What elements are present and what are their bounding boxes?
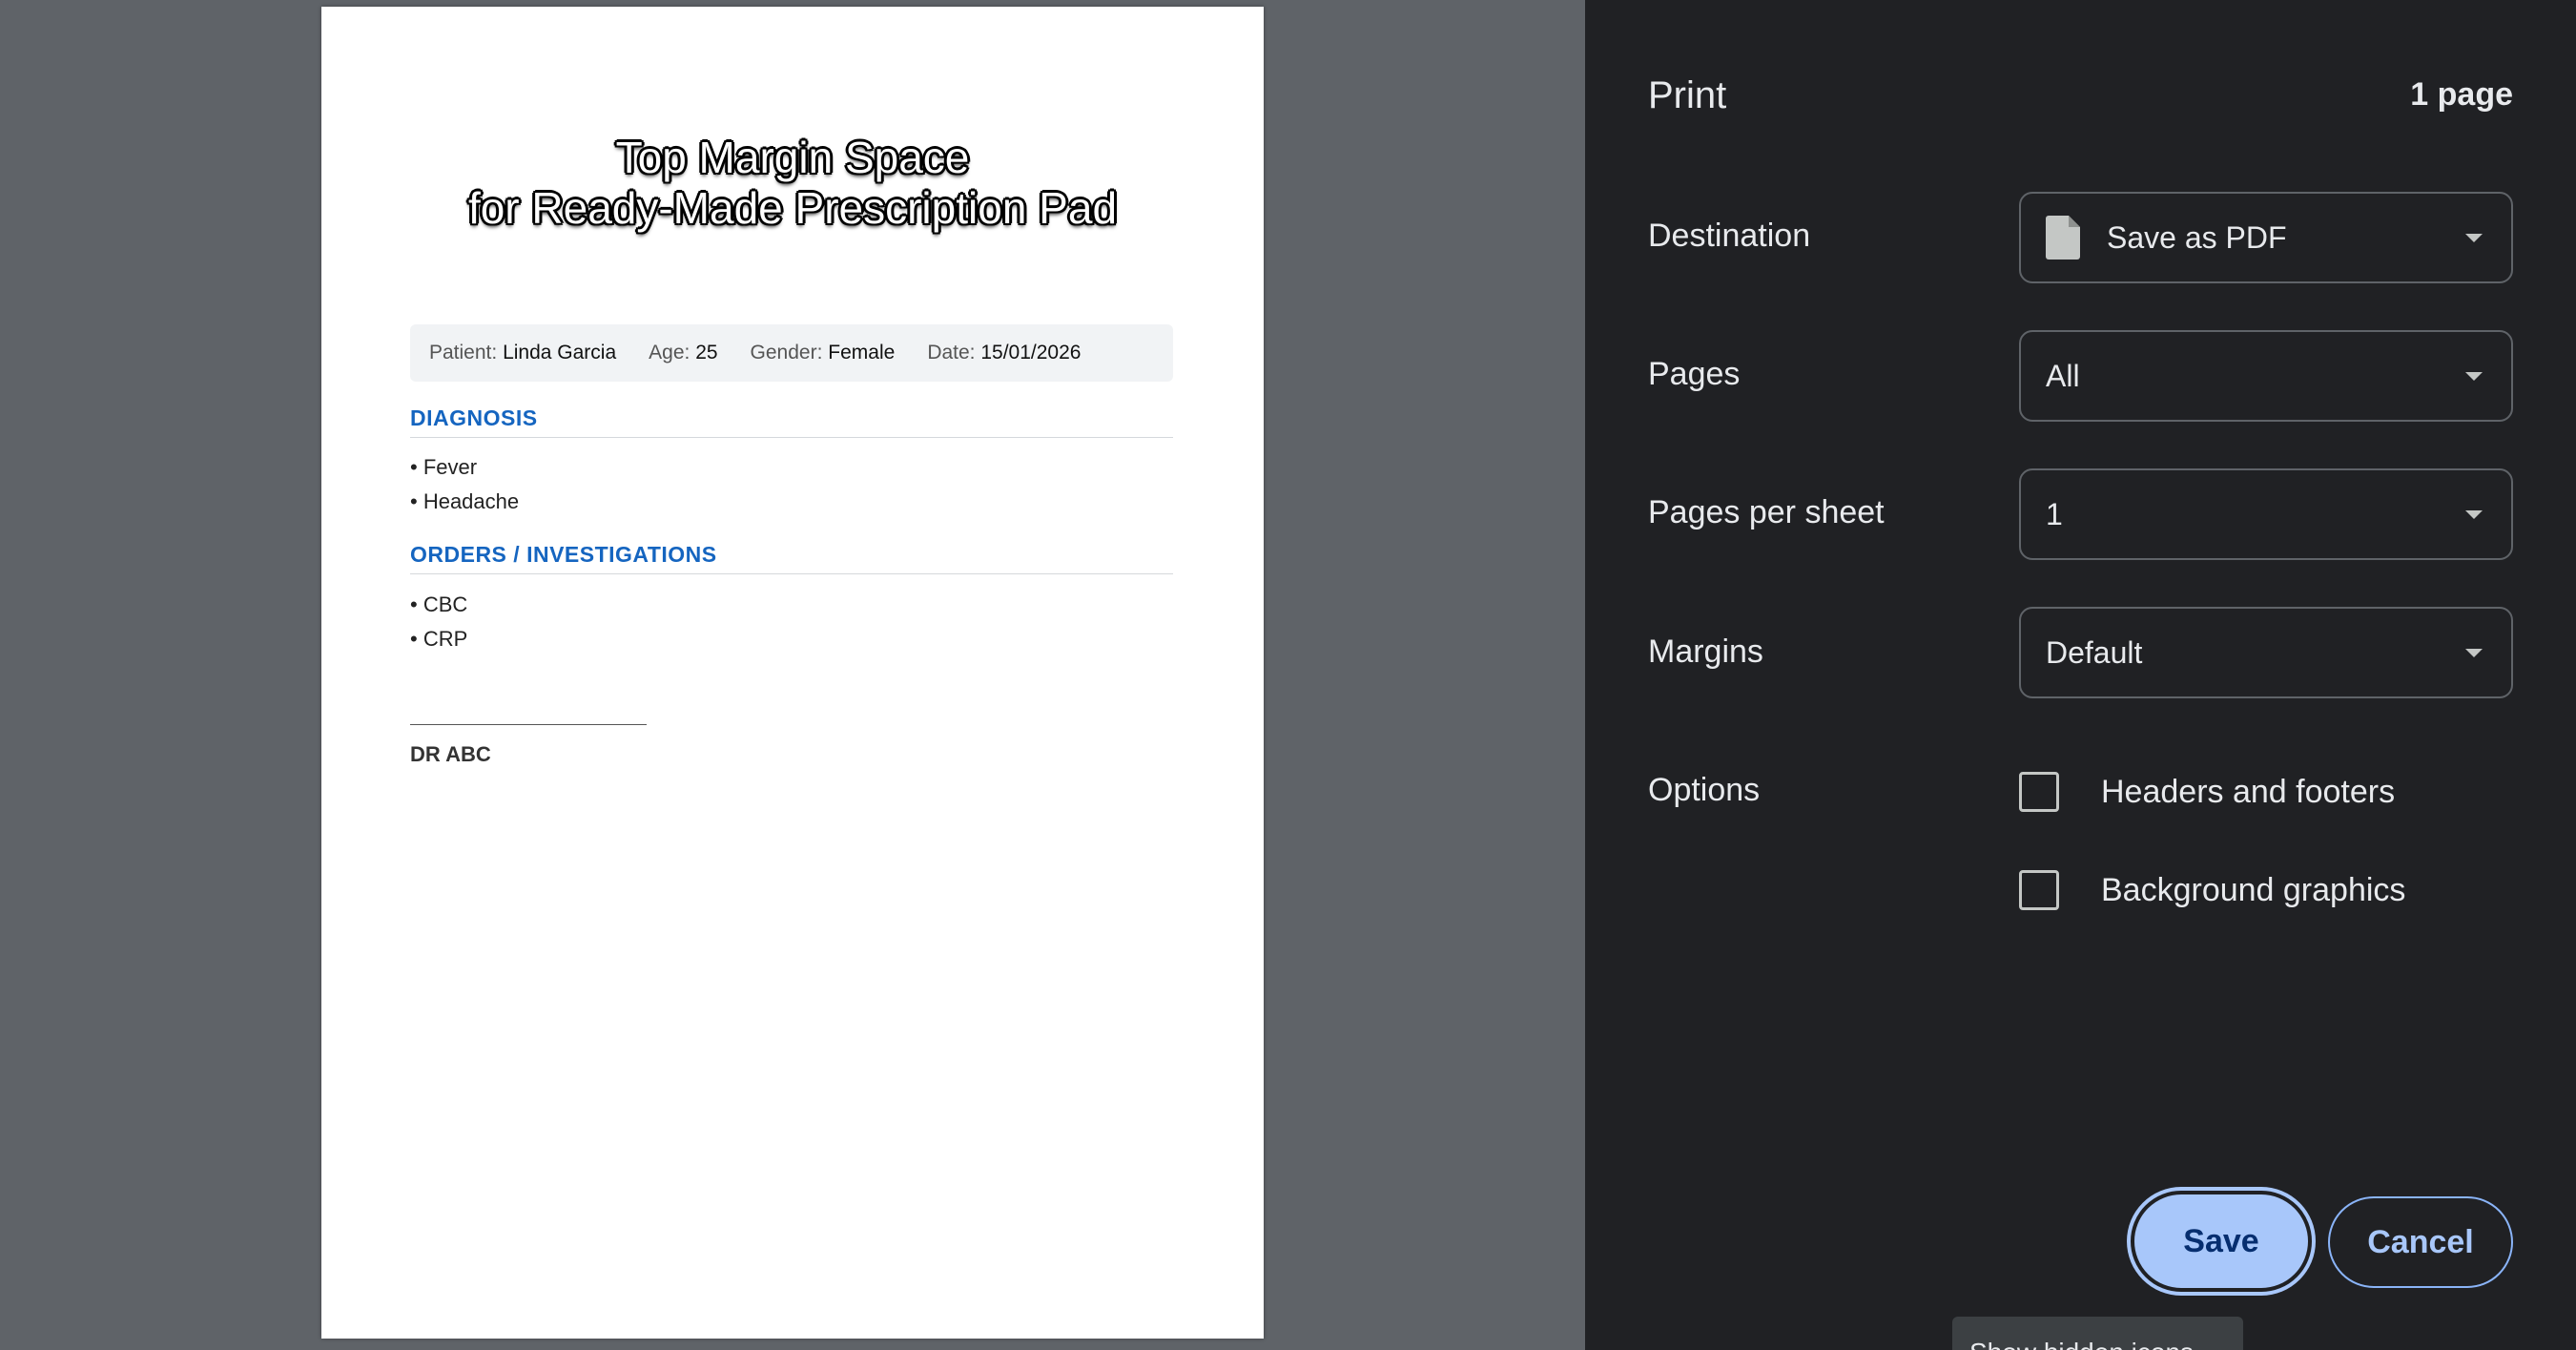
date-label: Date: [927,342,976,363]
pages-per-sheet-select[interactable]: 1 [2019,468,2513,560]
patient-label: Patient: [429,342,498,363]
diagnosis-list: • Fever • Headache [410,450,519,519]
age-value: 25 [695,342,718,363]
age-field: Age: 25 [649,342,717,364]
pages-value: All [2046,358,2080,393]
headers-footers-label: Headers and footers [2101,773,2396,810]
save-button[interactable]: Save [2131,1191,2312,1292]
caret-down-icon [2465,372,2483,381]
cancel-button[interactable]: Cancel [2328,1196,2513,1288]
list-item: • CBC [410,592,468,616]
caret-down-icon [2465,510,2483,519]
orders-list: • CBC • CRP [410,588,467,656]
background-graphics-checkbox[interactable] [2019,870,2059,910]
background-graphics-option[interactable]: Background graphics [2019,870,2405,910]
margins-select[interactable]: Default [2019,607,2513,698]
signature-line [410,724,647,725]
pages-per-sheet-label: Pages per sheet [1648,494,1885,530]
destination-select[interactable]: Save as PDF [2019,192,2513,283]
destination-value: Save as PDF [2107,219,2287,255]
margins-value: Default [2046,634,2143,670]
gender-value: Female [828,342,896,363]
date-value: 15/01/2026 [980,342,1082,363]
gender-label: Gender: [750,342,823,363]
pages-label: Pages [1648,356,1741,392]
patient-value: Linda Garcia [503,342,617,363]
show-hidden-icons-tooltip: Show hidden icons [1952,1317,2243,1350]
list-item: • CRP [410,627,468,651]
headers-footers-option[interactable]: Headers and footers [2019,772,2395,812]
document-icon [2046,216,2080,260]
orders-heading: ORDERS / INVESTIGATIONS [410,542,1173,574]
print-settings-panel: Print 1 page Destination Save as PDF Pag… [1585,0,2576,1350]
options-label: Options [1648,772,1761,808]
headers-footers-checkbox[interactable] [2019,772,2059,812]
panel-title: Print [1648,74,1727,116]
margins-label: Margins [1648,633,1763,670]
date-field: Date: 15/01/2026 [927,342,1081,364]
diagnosis-heading: DIAGNOSIS [410,405,1173,438]
top-margin-note-line1: Top Margin Space [615,133,970,182]
top-margin-note-line2: for Ready-Made Prescription Pad [467,183,1118,233]
pages-select[interactable]: All [2019,330,2513,422]
patient-field: Patient: Linda Garcia [429,342,616,364]
background-graphics-label: Background graphics [2101,871,2406,908]
caret-down-icon [2465,234,2483,242]
pages-per-sheet-value: 1 [2046,496,2063,531]
gender-field: Gender: Female [751,342,896,364]
age-label: Age: [649,342,690,363]
preview-page: Top Margin Space for Ready-Made Prescrip… [321,7,1264,1339]
page-count: 1 page [2410,76,2513,113]
doctor-name: DR ABC [410,742,491,766]
print-preview-area: Top Margin Space for Ready-Made Prescrip… [0,0,1585,1350]
destination-label: Destination [1648,218,1811,254]
patient-info-bar: Patient: Linda Garcia Age: 25 Gender: Fe… [410,324,1173,382]
list-item: • Headache [410,489,520,513]
list-item: • Fever [410,455,478,479]
caret-down-icon [2465,649,2483,657]
